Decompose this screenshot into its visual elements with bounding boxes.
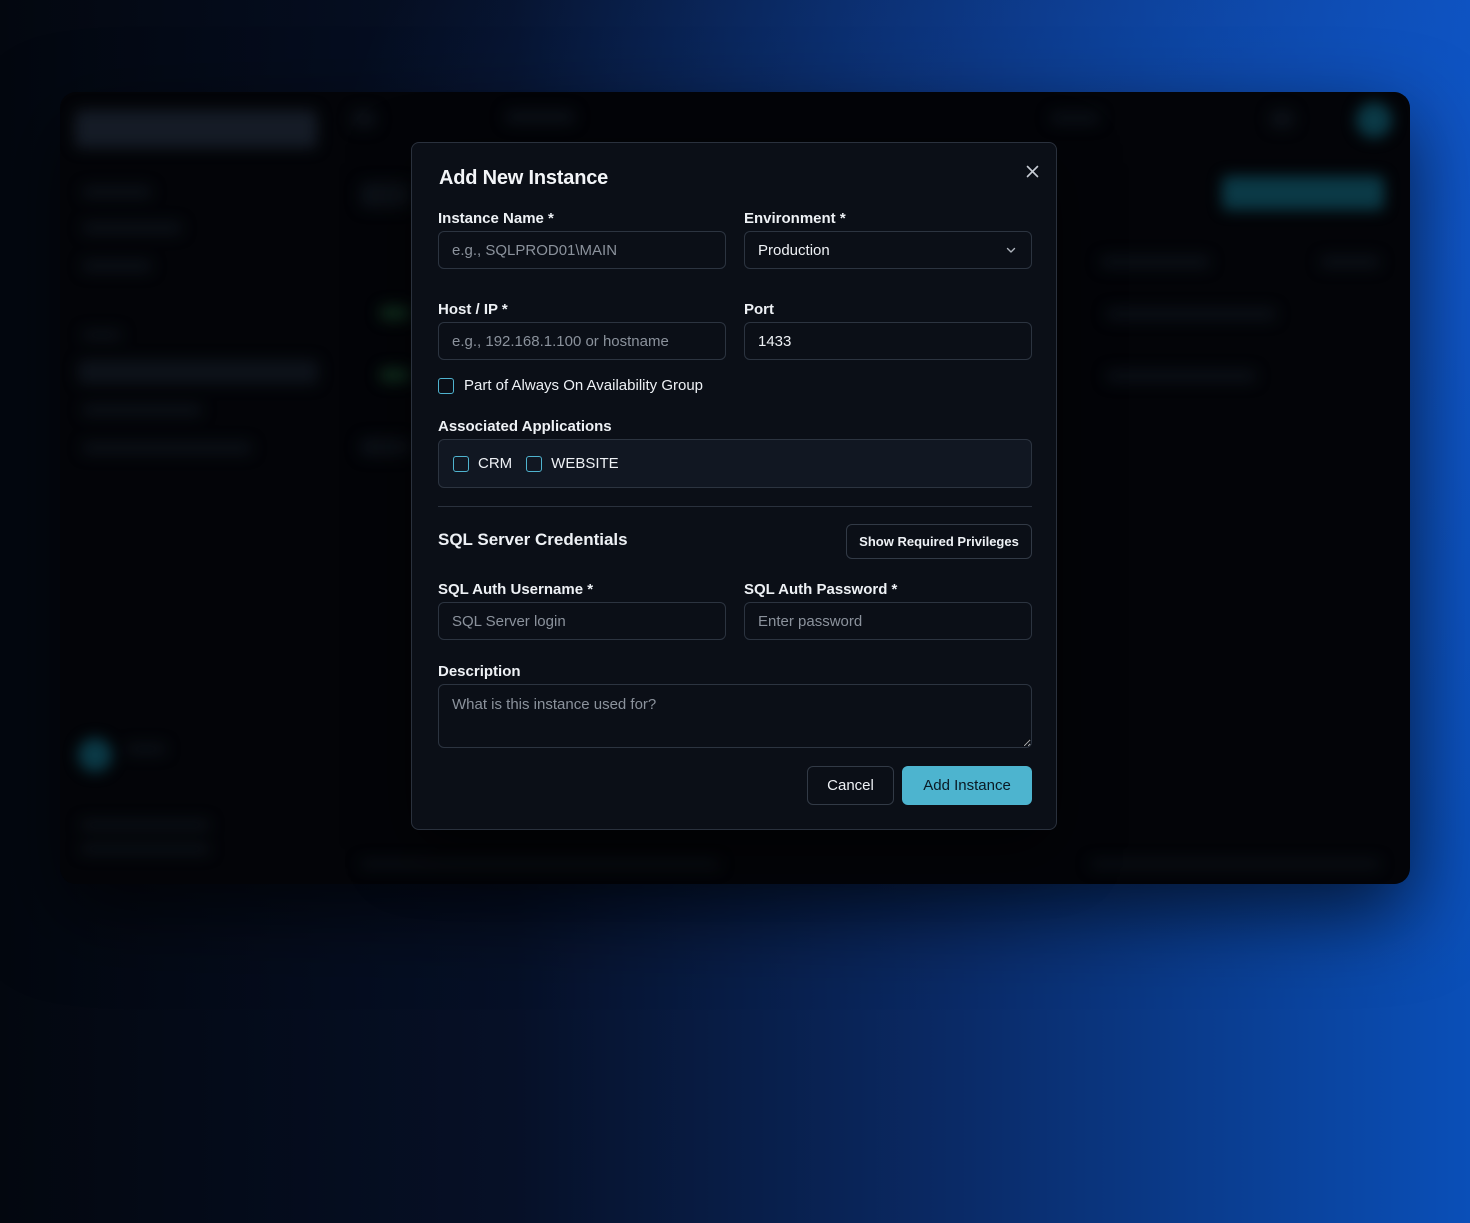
environment-select[interactable]: Production: [744, 231, 1032, 269]
website-checkbox[interactable]: [526, 455, 543, 472]
crm-label: CRM: [478, 455, 513, 472]
section-divider: [438, 506, 1032, 507]
instance-name-label: Instance Name *: [438, 210, 554, 227]
add-instance-dialog: Add New Instance Instance Name * Environ…: [411, 142, 1057, 830]
close-icon: [1026, 165, 1038, 177]
app-option-website[interactable]: WEBSITE: [526, 455, 619, 472]
host-input[interactable]: [438, 322, 726, 360]
instance-name-input[interactable]: [438, 231, 726, 269]
availability-group-label: Part of Always On Availability Group: [464, 377, 704, 394]
show-required-privileges-button[interactable]: Show Required Privileges: [846, 524, 1032, 559]
availability-group-checkbox[interactable]: [438, 377, 454, 394]
close-button[interactable]: [1020, 159, 1044, 183]
crm-checkbox[interactable]: [453, 455, 469, 472]
associated-applications-label: Associated Applications: [438, 418, 612, 435]
port-input[interactable]: [744, 322, 1032, 360]
description-textarea[interactable]: [438, 684, 1032, 748]
password-label: SQL Auth Password *: [744, 581, 898, 598]
username-input[interactable]: [438, 602, 726, 640]
dialog-title: Add New Instance: [439, 167, 609, 189]
cancel-button[interactable]: Cancel: [807, 766, 894, 805]
website-label: WEBSITE: [551, 455, 619, 472]
availability-group-option[interactable]: Part of Always On Availability Group: [438, 377, 703, 394]
host-label: Host / IP *: [438, 301, 508, 318]
password-input[interactable]: [744, 602, 1032, 640]
app-option-crm[interactable]: CRM: [453, 455, 512, 472]
credentials-section-title: SQL Server Credentials: [438, 530, 628, 549]
applications-list: CRM WEBSITE: [438, 439, 1032, 488]
add-instance-button[interactable]: Add Instance: [902, 766, 1032, 805]
environment-label: Environment *: [744, 210, 846, 227]
description-label: Description: [438, 663, 521, 680]
environment-selected-value: Production: [758, 241, 830, 259]
chevron-down-icon: [1006, 247, 1016, 253]
username-label: SQL Auth Username *: [438, 581, 594, 598]
port-label: Port: [744, 301, 774, 318]
